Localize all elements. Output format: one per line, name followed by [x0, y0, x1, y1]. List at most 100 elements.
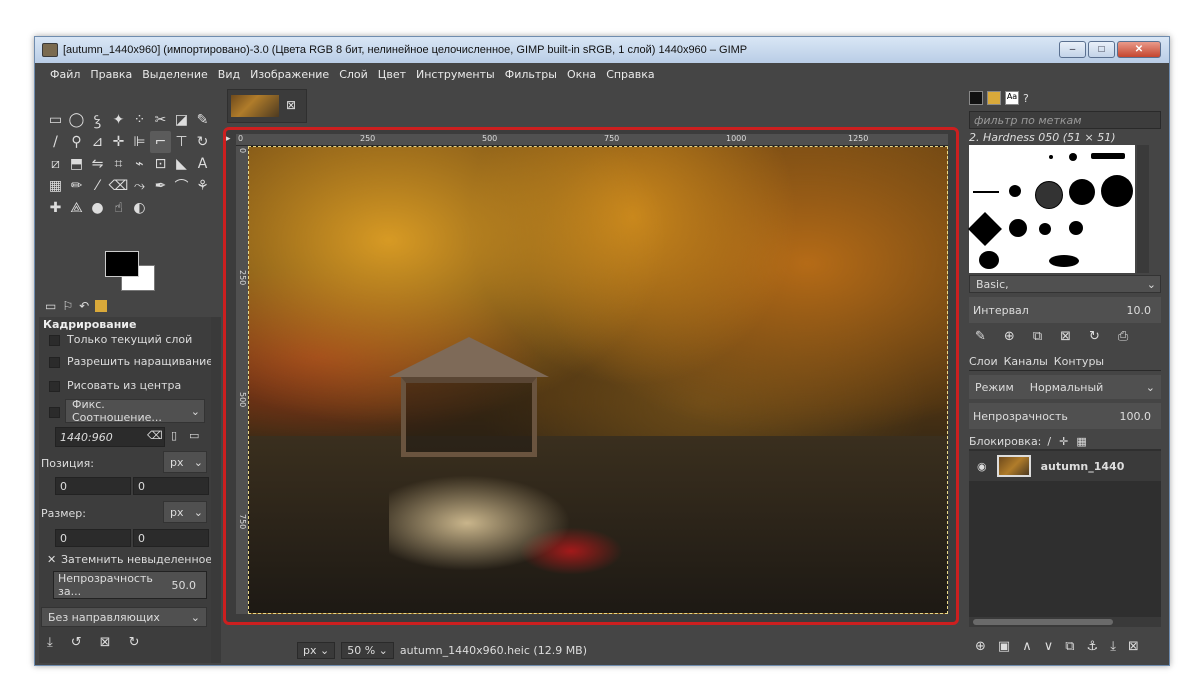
color-picker-icon[interactable]: / — [45, 131, 66, 153]
edit-brush-icon[interactable]: ✎ — [975, 329, 986, 344]
handle-transform-icon[interactable]: ⊡ — [150, 153, 171, 175]
allow-growing-checkbox[interactable] — [49, 357, 60, 368]
lower-layer-icon[interactable]: ∨ — [1044, 639, 1054, 654]
darken-checkbox[interactable]: ✕ — [47, 553, 56, 566]
duplicate-brush-icon[interactable]: ⧉ — [1033, 329, 1042, 344]
opacity-slider[interactable]: Непрозрачность за... 50.0 — [53, 571, 207, 599]
merge-down-icon[interactable]: ⤓ — [1110, 639, 1116, 654]
tool-options-tab-icon[interactable]: ▭ — [45, 299, 56, 313]
menu-help[interactable]: Справка — [601, 68, 659, 81]
fuzzy-select-icon[interactable]: ✦ — [108, 109, 129, 131]
fonts-tab-icon[interactable]: Aa — [1005, 91, 1019, 105]
ellipse-select-icon[interactable]: ◯ — [66, 109, 87, 131]
new-group-icon[interactable]: ▣ — [998, 639, 1010, 654]
heal-icon[interactable]: ✚ — [45, 197, 66, 219]
delete-options-icon[interactable]: ⊠ — [100, 635, 111, 650]
foreground-color[interactable] — [105, 251, 139, 277]
maximize-button[interactable]: □ — [1088, 41, 1115, 58]
bucket-fill-icon[interactable]: ◣ — [171, 153, 192, 175]
ruler-top[interactable]: 0 250 500 750 1000 1250 — [236, 134, 948, 146]
brush-scrollbar[interactable] — [1137, 145, 1149, 273]
layer-opacity-slider[interactable]: Непрозрачность 100.0 — [969, 403, 1161, 429]
warp-icon[interactable]: ⌁ — [129, 153, 150, 175]
tab-channels[interactable]: Каналы — [1004, 355, 1048, 368]
landscape-icon[interactable]: ▭ — [189, 429, 199, 442]
scissors-icon[interactable]: ✂ — [150, 109, 171, 131]
pencil-icon[interactable]: ✏ — [66, 175, 87, 197]
brush-preset-combo[interactable]: Basic, ⌄ — [969, 275, 1161, 293]
eye-icon[interactable]: ◉ — [977, 460, 987, 473]
delete-layer-icon[interactable]: ⊠ — [1128, 639, 1139, 654]
select-by-color-icon[interactable]: ⁘ — [129, 109, 150, 131]
gradient-icon[interactable]: ▦ — [45, 175, 66, 197]
paths-icon[interactable]: ✎ — [192, 109, 213, 131]
anchor-icon[interactable]: ⚓ — [1087, 639, 1099, 654]
refresh-brushes-icon[interactable]: ↻ — [1089, 329, 1100, 344]
layers-hscrollbar[interactable] — [969, 617, 1161, 627]
paintbrush-icon[interactable]: ⁄ — [87, 175, 108, 197]
crop-icon[interactable]: ⌐ — [150, 131, 171, 153]
foreground-select-icon[interactable]: ◪ — [171, 109, 192, 131]
image-canvas[interactable] — [248, 146, 948, 614]
fixed-checkbox[interactable] — [49, 407, 60, 418]
menu-select[interactable]: Выделение — [137, 68, 213, 81]
brush-as-image-icon[interactable]: ⎙ — [1118, 329, 1128, 344]
size-h-input[interactable]: 0 — [133, 529, 209, 547]
menu-layer[interactable]: Слой — [334, 68, 373, 81]
layer-mode-row[interactable]: Режим Нормальный ⌄ — [969, 375, 1161, 399]
blur-icon[interactable]: ● — [87, 197, 108, 219]
measure-icon[interactable]: ⊿ — [87, 131, 108, 153]
fixed-aspect-combo[interactable]: Фикс. Соотношение... ⌄ — [65, 398, 205, 424]
minimize-button[interactable]: – — [1059, 41, 1086, 58]
close-button[interactable]: ✕ — [1117, 41, 1161, 58]
images-tab-icon[interactable] — [95, 300, 108, 312]
menu-colors[interactable]: Цвет — [373, 68, 411, 81]
position-y-input[interactable]: 0 — [133, 477, 209, 495]
only-current-layer-checkbox[interactable] — [49, 335, 60, 346]
lasso-icon[interactable]: ꝣ — [87, 109, 108, 131]
mypaint-brush-icon[interactable]: ⌒ — [171, 175, 192, 197]
lock-pixels-icon[interactable]: / — [1047, 435, 1051, 448]
quick-mask-icon[interactable]: ▸ — [226, 134, 231, 144]
device-status-tab-icon[interactable]: ⚐ — [62, 299, 73, 313]
text-icon[interactable]: A — [192, 153, 213, 175]
draw-from-center-checkbox[interactable] — [49, 381, 60, 392]
rect-select-icon[interactable]: ▭ — [45, 109, 66, 131]
rotate-icon[interactable]: ↻ — [192, 131, 213, 153]
zoom-icon[interactable]: ⚲ — [66, 131, 87, 153]
new-layer-icon[interactable]: ⊕ — [975, 639, 986, 654]
menu-edit[interactable]: Правка — [85, 68, 137, 81]
brush-filter-input[interactable]: фильтр по меткам — [969, 111, 1161, 129]
clear-ratio-icon[interactable]: ⌫ — [147, 429, 163, 442]
close-tab-icon[interactable]: ⊠ — [286, 98, 296, 112]
menu-windows[interactable]: Окна — [562, 68, 601, 81]
reset-options-icon[interactable]: ↻ — [129, 635, 140, 650]
position-unit-combo[interactable]: px ⌄ — [163, 451, 207, 473]
brush-grid[interactable] — [968, 145, 1135, 273]
duplicate-layer-icon[interactable]: ⧉ — [1065, 639, 1074, 654]
lock-alpha-icon[interactable]: ▦ — [1076, 435, 1086, 448]
raise-layer-icon[interactable]: ∧ — [1022, 639, 1032, 654]
size-unit-combo[interactable]: px ⌄ — [163, 501, 207, 523]
tab-layers[interactable]: Слои — [969, 355, 998, 368]
size-w-input[interactable]: 0 — [55, 529, 131, 547]
flip-icon[interactable]: ⇋ — [87, 153, 108, 175]
image-tab[interactable]: ⊠ — [227, 89, 307, 123]
shear-icon[interactable]: ⧄ — [45, 153, 66, 175]
lock-position-icon[interactable]: ✛ — [1059, 435, 1068, 448]
menu-view[interactable]: Вид — [213, 68, 245, 81]
spacing-slider[interactable]: Интервал 10.0 — [969, 297, 1161, 323]
tab-paths[interactable]: Контуры — [1054, 355, 1104, 368]
perspective-icon[interactable]: ⬒ — [66, 153, 87, 175]
guides-combo[interactable]: Без направляющих ⌄ — [41, 607, 207, 627]
color-selector[interactable] — [105, 251, 161, 295]
ink-icon[interactable]: ✒ — [150, 175, 171, 197]
move-icon[interactable]: ✛ — [108, 131, 129, 153]
perspective-clone-icon[interactable]: ⟁ — [66, 197, 87, 219]
brushes-tab-icon[interactable] — [969, 91, 983, 105]
dodge-burn-icon[interactable]: ◐ — [129, 197, 150, 219]
zoom-combo[interactable]: 50 % ⌄ — [341, 641, 394, 659]
align-icon[interactable]: ⊫ — [129, 131, 150, 153]
eraser-icon[interactable]: ⌫ — [108, 175, 129, 197]
delete-brush-icon[interactable]: ⊠ — [1060, 329, 1071, 344]
